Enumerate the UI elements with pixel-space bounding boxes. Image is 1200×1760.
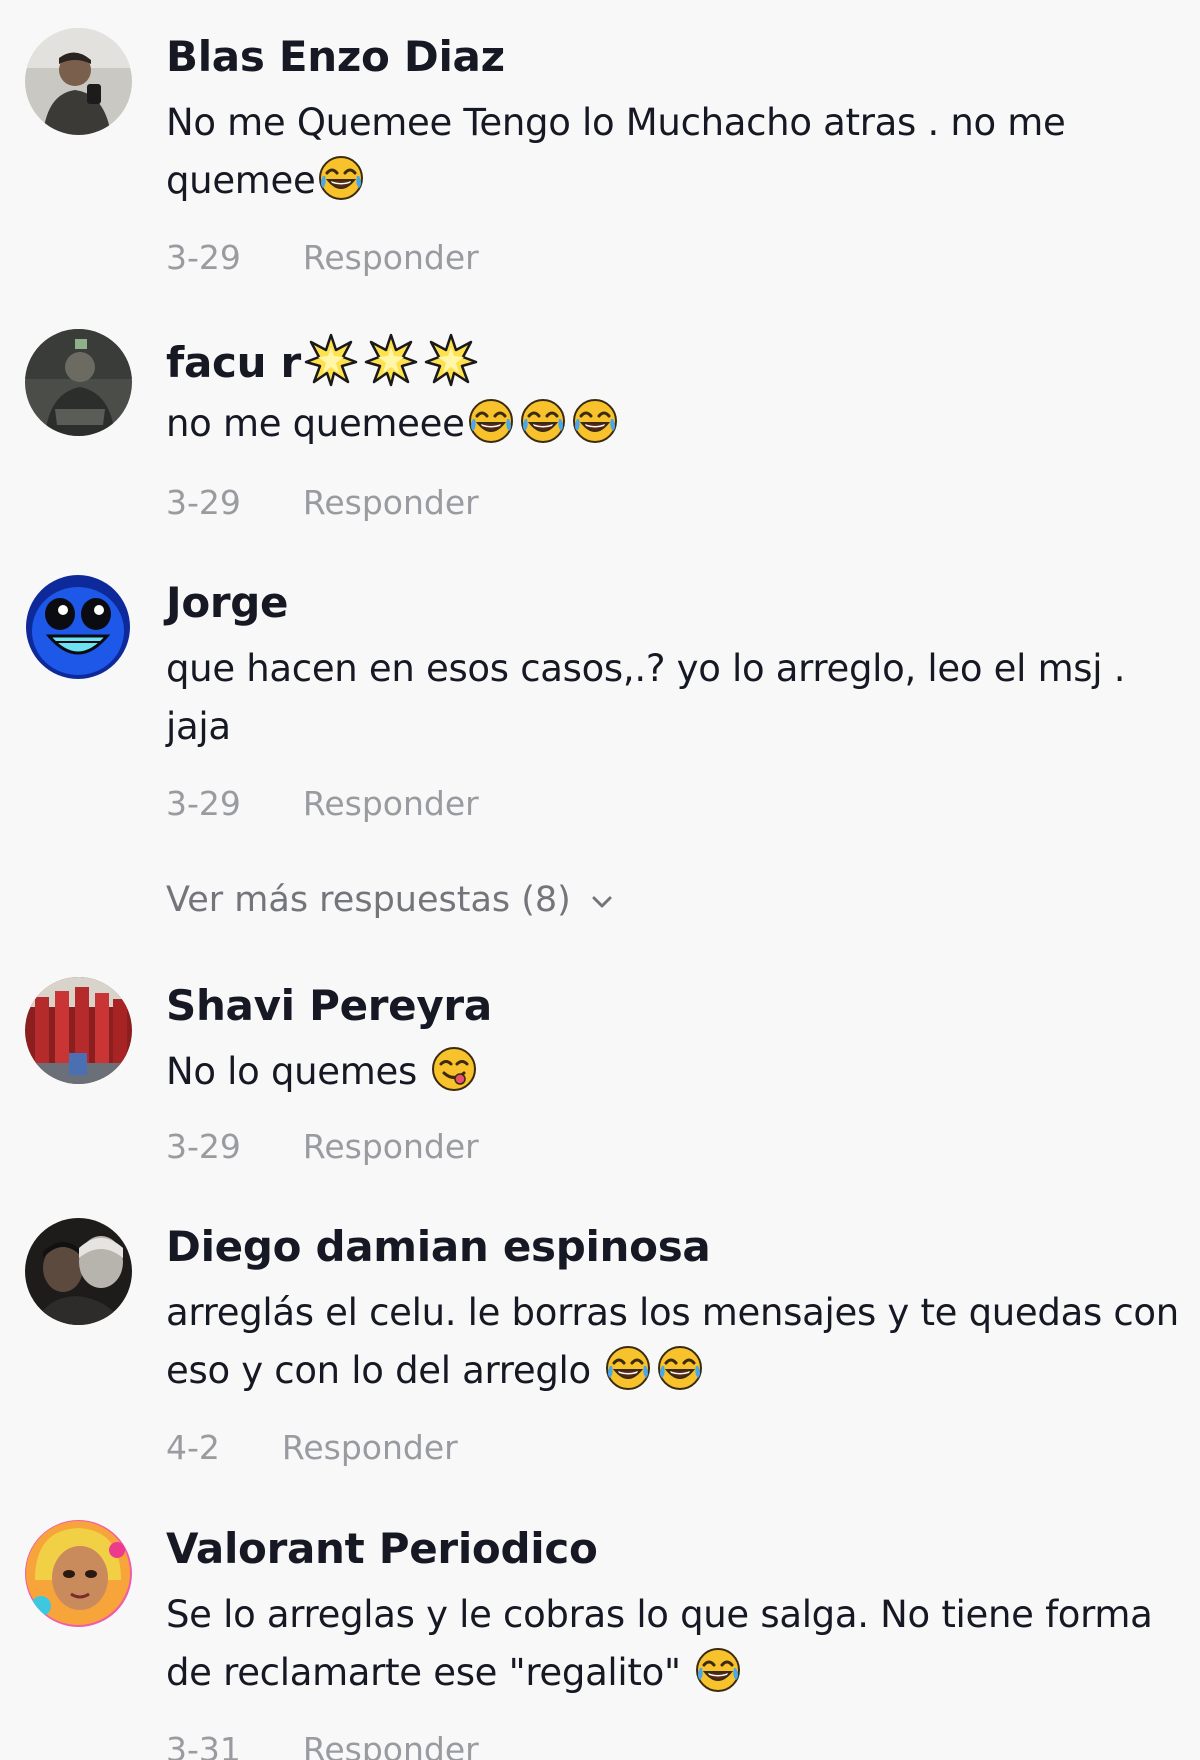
reply-button[interactable]: Responder [303, 483, 479, 522]
comment-text: No me Quemee Tengo lo Muchacho atras . n… [166, 94, 1191, 210]
avatar[interactable] [25, 329, 132, 436]
avatar[interactable] [25, 28, 132, 135]
comment-date: 4-2 [166, 1428, 220, 1467]
comment-meta: 3-29 Responder [166, 784, 479, 823]
comment-author[interactable]: Valorant Periodico [166, 1524, 598, 1573]
comment-meta: 4-2 Responder [166, 1428, 458, 1467]
comment-text: arreglás el celu. le borras los mensajes… [166, 1284, 1191, 1400]
more-replies-label: Ver más respuestas (8) [166, 880, 571, 920]
comment-date: 3-29 [166, 784, 241, 823]
comment-date: 3-29 [166, 483, 241, 522]
comment-meta: 3-29 Responder [166, 1127, 479, 1166]
comment-author[interactable]: Blas Enzo Diaz [166, 32, 505, 81]
comment-author-name: facu r [166, 338, 301, 387]
reply-button[interactable]: Responder [303, 1730, 479, 1760]
face-with-tears-of-joy-icon [519, 397, 567, 445]
face-with-tears-of-joy-icon [656, 1344, 704, 1392]
more-replies-button[interactable]: Ver más respuestas (8) [166, 880, 617, 920]
glowing-star-icon [424, 333, 478, 387]
comment-text-content: No lo quemes [166, 1050, 417, 1093]
face-with-tears-of-joy-icon [571, 397, 619, 445]
comment-text-content: no me quemeee [166, 402, 465, 445]
reply-button[interactable]: Responder [303, 1127, 479, 1166]
reply-button[interactable]: Responder [303, 784, 479, 823]
comment-meta: 3-29 Responder [166, 238, 479, 277]
avatar[interactable] [25, 977, 132, 1084]
reply-button[interactable]: Responder [303, 238, 479, 277]
comment-author[interactable]: Diego damian espinosa [166, 1222, 711, 1271]
comment-text: que hacen en esos casos,.? yo lo arreglo… [166, 647, 1126, 748]
avatar[interactable] [25, 1520, 132, 1627]
face-with-tears-of-joy-icon [467, 397, 515, 445]
comment-author[interactable]: Jorge [166, 578, 289, 627]
comment-list: Blas Enzo Diaz No me Quemee Tengo lo Muc… [0, 0, 1200, 1760]
face-with-tears-of-joy-icon [694, 1646, 742, 1694]
comment-text-content: Se lo arreglas y le cobras lo que salga.… [166, 1593, 1153, 1694]
comment-meta: 3-29 Responder [166, 483, 479, 522]
comment-date: 3-31 [166, 1730, 241, 1760]
comment-text: no me quemeee [166, 395, 1191, 453]
avatar[interactable] [25, 1218, 132, 1325]
avatar[interactable] [25, 574, 132, 681]
comment-text: Se lo arreglas y le cobras lo que salga.… [166, 1586, 1191, 1702]
glowing-star-icon [304, 333, 358, 387]
comment-date: 3-29 [166, 1127, 241, 1166]
face-with-tears-of-joy-icon [604, 1344, 652, 1392]
reply-button[interactable]: Responder [282, 1428, 458, 1467]
comment-meta: 3-31 Responder [166, 1730, 479, 1760]
face-savoring-food-icon [430, 1045, 478, 1093]
comment-author[interactable]: Shavi Pereyra [166, 981, 492, 1030]
face-with-tears-of-joy-icon [317, 154, 365, 202]
chevron-down-icon [592, 896, 612, 908]
glowing-star-icon [364, 333, 418, 387]
comment-text-content: No me Quemee Tengo lo Muchacho atras . n… [166, 101, 1066, 202]
comment-date: 3-29 [166, 238, 241, 277]
comment-author[interactable]: facu r [166, 333, 481, 387]
comment-text: No lo quemes [166, 1043, 1191, 1101]
